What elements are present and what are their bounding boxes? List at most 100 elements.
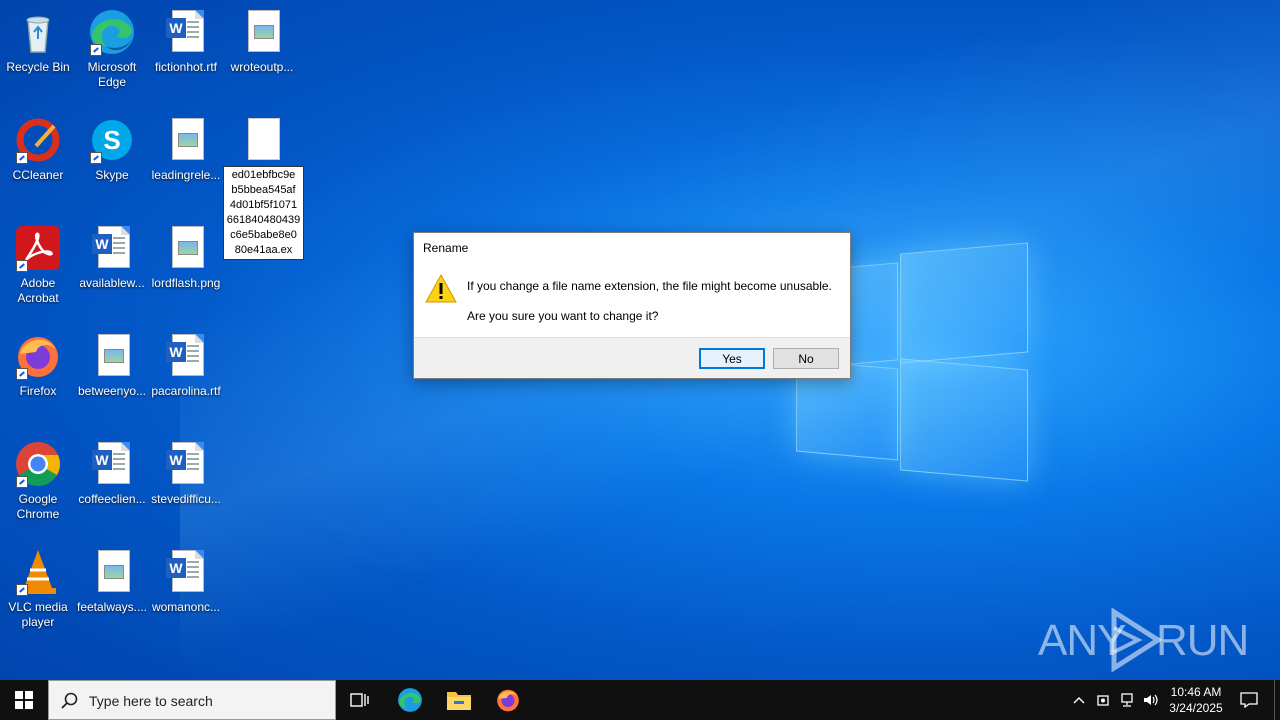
network-button[interactable] <box>1116 680 1138 720</box>
watermark-text-right: RUN <box>1156 616 1249 665</box>
vlc-icon <box>14 548 62 596</box>
desktop-icon-stevedifficu[interactable]: W stevedifficu... <box>148 440 224 507</box>
taskbar: Type here to search 10:46 AM 3/24/2025 <box>0 680 1280 720</box>
icon-label: lordflash.png <box>151 276 221 290</box>
taskbar-clock[interactable]: 10:46 AM 3/24/2025 <box>1160 684 1232 716</box>
network-icon <box>1121 693 1133 707</box>
desktop-icon-wroteoutp[interactable]: wroteoutp... <box>224 8 300 75</box>
desktop-icon-leadingrele[interactable]: leadingrele... <box>148 116 224 183</box>
desktop-icon-betweenyo[interactable]: betweenyo... <box>74 332 150 399</box>
skype-icon: S <box>88 116 136 164</box>
edge-icon <box>398 688 422 712</box>
desktop-icon-lordflash[interactable]: lordflash.png <box>148 224 224 291</box>
tray-app-icon <box>1097 695 1109 706</box>
clock-date: 3/24/2025 <box>1169 701 1223 715</box>
ccleaner-icon <box>14 116 62 164</box>
search-icon <box>61 692 78 709</box>
no-button[interactable]: No <box>773 348 839 369</box>
dialog-question: Are you sure you want to change it? <box>467 309 659 323</box>
firefox-icon <box>14 332 62 380</box>
blank-file-icon <box>238 116 286 164</box>
desktop-icon-vlc[interactable]: VLC media player <box>0 548 76 630</box>
chevron-up-icon <box>1073 697 1085 704</box>
firefox-icon <box>497 689 519 712</box>
icon-label: Google Chrome <box>16 492 60 521</box>
icon-label: Skype <box>95 168 129 182</box>
image-file-icon <box>88 548 136 596</box>
taskbar-file-explorer-button[interactable] <box>435 680 483 720</box>
icon-label: Firefox <box>19 384 57 398</box>
svg-text:S: S <box>103 125 120 155</box>
icon-label: fictionhot.rtf <box>154 60 218 74</box>
desktop: Recycle Bin CCleaner Adobe Acrobat Firef… <box>0 0 1280 680</box>
chrome-icon <box>14 440 62 488</box>
desktop-icon-skype[interactable]: S Skype <box>74 116 150 183</box>
clock-time: 10:46 AM <box>1170 685 1222 699</box>
desktop-icon-ccleaner[interactable]: CCleaner <box>0 116 76 183</box>
windows-start-icon <box>15 691 33 709</box>
desktop-icon-availablew[interactable]: W availablew... <box>74 224 150 291</box>
icon-label: availablew... <box>79 276 145 290</box>
desktop-icon-feetalways[interactable]: feetalways.... <box>74 548 150 615</box>
desktop-icon-google-chrome[interactable]: Google Chrome <box>0 440 76 522</box>
dialog-button-bar: Yes No <box>414 337 850 378</box>
folder-icon <box>447 692 471 710</box>
acrobat-icon <box>14 224 62 272</box>
image-file-icon <box>238 8 286 56</box>
dialog-message: If you change a file name extension, the… <box>467 279 832 293</box>
speaker-icon <box>1144 694 1158 706</box>
icon-label: betweenyo... <box>77 384 147 398</box>
rename-dialog: Rename If you change a file name extensi… <box>413 232 851 379</box>
desktop-icon-coffeeclien[interactable]: W coffeeclien... <box>74 440 150 507</box>
word-document-icon: W <box>88 224 136 272</box>
desktop-icon-renaming-file[interactable] <box>224 116 300 164</box>
icon-label: Microsoft Edge <box>87 60 137 89</box>
desktop-icon-microsoft-edge[interactable]: Microsoft Edge <box>74 8 150 90</box>
search-placeholder: Type here to search <box>89 693 213 709</box>
tray-app-button[interactable] <box>1092 680 1114 720</box>
taskbar-edge-button[interactable] <box>386 680 434 720</box>
warning-icon <box>424 273 458 305</box>
show-hidden-icons-button[interactable] <box>1068 680 1090 720</box>
icon-label: feetalways.... <box>76 600 148 614</box>
image-file-icon <box>162 116 210 164</box>
icon-label: leadingrele... <box>151 168 221 182</box>
icon-label: womanonc... <box>151 600 221 614</box>
desktop-icon-firefox[interactable]: Firefox <box>0 332 76 399</box>
word-document-icon: W <box>162 8 210 56</box>
icon-label: CCleaner <box>12 168 64 182</box>
word-document-icon: W <box>162 332 210 380</box>
task-view-button[interactable] <box>336 680 384 720</box>
icon-label: Adobe Acrobat <box>17 276 59 305</box>
rename-textbox[interactable]: ed01ebfbc9e b5bbea545af 4d01bf5f1071 661… <box>223 166 304 260</box>
icon-label: wroteoutp... <box>230 60 294 74</box>
desktop-icon-recycle-bin[interactable]: Recycle Bin <box>0 8 76 75</box>
yes-button[interactable]: Yes <box>699 348 765 369</box>
desktop-icon-fictionhot[interactable]: W fictionhot.rtf <box>148 8 224 75</box>
word-document-icon: W <box>162 440 210 488</box>
desktop-icon-adobe-acrobat[interactable]: Adobe Acrobat <box>0 224 76 306</box>
image-file-icon <box>88 332 136 380</box>
action-center-button[interactable] <box>1232 680 1266 720</box>
volume-button[interactable] <box>1140 680 1162 720</box>
icon-label: VLC media player <box>8 600 68 629</box>
icon-label: stevedifficu... <box>151 492 221 506</box>
desktop-icon-womanonc[interactable]: W womanonc... <box>148 548 224 615</box>
word-document-icon: W <box>88 440 136 488</box>
dialog-title: Rename <box>423 241 469 255</box>
taskbar-search-box[interactable]: Type here to search <box>48 680 336 720</box>
image-file-icon <box>162 224 210 272</box>
task-view-icon <box>350 693 369 707</box>
icon-label: coffeeclien... <box>78 492 146 506</box>
word-document-icon: W <box>162 548 210 596</box>
desktop-icon-pacarolina[interactable]: W pacarolina.rtf <box>148 332 224 399</box>
icon-label: pacarolina.rtf <box>151 384 221 398</box>
recycle-bin-icon <box>14 8 62 56</box>
taskbar-firefox-button[interactable] <box>484 680 532 720</box>
icon-label: Recycle Bin <box>6 60 70 74</box>
anyrun-watermark: ANY RUN <box>1038 608 1249 678</box>
edge-icon <box>88 8 136 56</box>
start-button[interactable] <box>0 680 48 720</box>
show-desktop-button[interactable] <box>1274 680 1280 720</box>
notification-icon <box>1240 692 1258 708</box>
